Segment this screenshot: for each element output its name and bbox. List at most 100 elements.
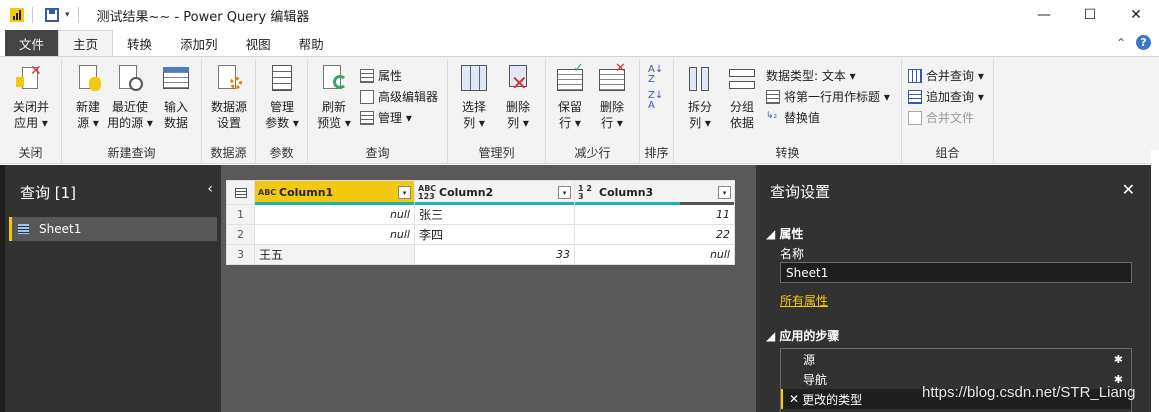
manage-parameters-button[interactable]: 管理 参数 ▾ xyxy=(260,63,304,131)
merge-queries-button[interactable]: 合并查询 ▾ xyxy=(908,67,984,84)
table-grid-icon xyxy=(161,63,191,95)
table-icon xyxy=(18,224,29,234)
queries-pane-title: 查询 [1] xyxy=(20,184,77,202)
collapse-ribbon-icon[interactable]: ⌃ xyxy=(1116,36,1126,50)
group-label-data-source: 数据源 xyxy=(210,146,247,160)
group-by-button[interactable]: 分组 依据 xyxy=(720,63,764,131)
close-apply-button[interactable]: ✕ 关闭并 应用 ▾ xyxy=(9,63,53,131)
step-label: 更改的类型 xyxy=(802,392,863,407)
table-cell[interactable]: 王五 xyxy=(254,244,415,265)
split-column-icon xyxy=(685,63,715,95)
advanced-editor-icon xyxy=(360,89,374,104)
column-filter-dropdown-icon[interactable]: ▾ xyxy=(718,186,731,199)
new-source-button[interactable]: 新建源 ▾ xyxy=(66,63,110,131)
sort-buttons: A↓ Z Z↓ A xyxy=(648,65,663,111)
row-number[interactable]: 3 xyxy=(226,244,255,265)
titlebar-divider xyxy=(32,7,33,23)
advanced-editor-button[interactable]: 高级编辑器 xyxy=(360,88,438,105)
use-first-row-headers-button[interactable]: 将第一行用作标题 ▾ xyxy=(766,88,890,105)
tab-view[interactable]: 视图 xyxy=(232,30,285,56)
query-item-label: Sheet1 xyxy=(39,222,82,236)
table-cell[interactable]: 33 xyxy=(414,244,575,265)
type-text-icon: ABC xyxy=(258,187,277,197)
gear-icon[interactable]: ✱ xyxy=(1114,353,1123,366)
row-number[interactable]: 1 xyxy=(226,204,255,225)
applied-step-source[interactable]: 源 ✱ xyxy=(781,349,1131,369)
tab-transform[interactable]: 转换 xyxy=(113,30,166,56)
step-label: 源 xyxy=(803,352,816,367)
quick-access-dropdown-icon[interactable]: ▾ xyxy=(65,10,70,20)
column-filter-dropdown-icon[interactable]: ▾ xyxy=(398,186,411,199)
column-quality-bar xyxy=(575,202,680,205)
table-cell[interactable]: null xyxy=(254,224,415,245)
group-label-combine: 组合 xyxy=(935,146,960,160)
parameters-icon xyxy=(267,63,297,95)
data-source-settings-icon xyxy=(214,63,244,95)
group-label-reduce-rows: 减少行 xyxy=(574,146,611,160)
choose-columns-button[interactable]: 选择列 ▾ xyxy=(452,63,496,131)
tab-file[interactable]: 文件 xyxy=(5,30,59,56)
tab-add-column[interactable]: 添加列 xyxy=(166,30,232,56)
replace-values-button[interactable]: ↳₂ 替换值 xyxy=(766,109,820,126)
append-queries-icon xyxy=(908,89,922,104)
data-source-settings-button[interactable]: 数据源 设置 xyxy=(207,63,251,131)
split-column-button[interactable]: 拆分列 ▾ xyxy=(678,63,722,131)
properties-button[interactable]: 属性 xyxy=(360,67,402,84)
remove-columns-button[interactable]: ✕ 删除列 ▾ xyxy=(496,63,540,131)
manage-button[interactable]: 管理 ▾ xyxy=(360,109,412,126)
table-cell[interactable]: null xyxy=(254,204,415,225)
manage-table-icon xyxy=(360,110,374,125)
tab-help[interactable]: 帮助 xyxy=(285,30,338,56)
keep-rows-button[interactable]: ✓ 保留行 ▾ xyxy=(548,61,592,131)
recent-sources-button[interactable]: 最近使 用的源 ▾ xyxy=(107,63,153,131)
collapse-queries-icon[interactable]: ‹ xyxy=(207,181,213,197)
column-name: Column1 xyxy=(279,186,334,199)
sort-descending-icon[interactable]: Z↓ A xyxy=(648,91,663,111)
headers-icon xyxy=(766,89,780,104)
remove-rows-button[interactable]: ✕ 删除行 ▾ xyxy=(590,61,634,131)
minimize-button[interactable]: — xyxy=(1021,0,1067,30)
query-item-sheet1[interactable]: Sheet1 xyxy=(9,217,217,241)
data-type-dropdown[interactable]: 数据类型: 文本 ▾ xyxy=(766,67,856,84)
properties-section-header[interactable]: ◢ 属性 xyxy=(766,225,803,242)
sort-ascending-icon[interactable]: A↓ Z xyxy=(648,65,663,85)
column-filter-dropdown-icon[interactable]: ▾ xyxy=(558,186,571,199)
keep-rows-icon: ✓ xyxy=(555,61,585,95)
column-header-2[interactable]: ABC 123 Column2 ▾ xyxy=(414,180,575,205)
close-window-button[interactable]: ✕ xyxy=(1113,0,1159,30)
group-reduce-rows: ✓ 保留行 ▾ ✕ 删除行 ▾ 减少行 xyxy=(546,59,640,163)
refresh-preview-button[interactable]: 刷新 预览 ▾ xyxy=(312,63,356,131)
table-cell[interactable]: 李四 xyxy=(414,224,575,245)
tab-home[interactable]: 主页 xyxy=(58,30,114,56)
all-properties-link[interactable]: 所有属性 xyxy=(780,292,828,309)
choose-columns-icon xyxy=(459,63,489,95)
table-cell[interactable]: 11 xyxy=(574,204,735,225)
help-icon[interactable]: ? xyxy=(1136,35,1151,50)
step-label: 导航 xyxy=(803,372,828,387)
column-quality-bar xyxy=(415,202,574,205)
group-by-icon xyxy=(727,63,757,95)
close-settings-icon[interactable]: ✕ xyxy=(1122,180,1135,199)
group-transform: 拆分列 ▾ 分组 依据 数据类型: 文本 ▾ 将第一行用作标题 ▾ ↳₂ 替换值 … xyxy=(674,59,902,163)
table-cell[interactable]: 22 xyxy=(574,224,735,245)
combine-files-button[interactable]: 合并文件 xyxy=(908,109,974,126)
append-queries-button[interactable]: 追加查询 ▾ xyxy=(908,88,984,105)
column-header-3[interactable]: 1 2 3 Column3 ▾ xyxy=(574,180,735,205)
save-icon[interactable] xyxy=(45,8,59,22)
close-apply-icon: ✕ xyxy=(16,63,46,95)
row-number[interactable]: 2 xyxy=(226,224,255,245)
remove-rows-icon: ✕ xyxy=(597,61,627,95)
query-name-input[interactable]: Sheet1 xyxy=(780,262,1132,283)
table-cell[interactable]: null xyxy=(574,244,735,265)
new-source-icon xyxy=(73,63,103,95)
table-cell[interactable]: 张三 xyxy=(414,204,575,225)
table-menu-button[interactable] xyxy=(226,180,255,205)
enter-data-button[interactable]: 输入 数据 xyxy=(154,63,198,131)
maximize-button[interactable]: ☐ xyxy=(1067,0,1113,30)
group-label-new-query: 新建查询 xyxy=(107,146,156,160)
delete-step-icon[interactable]: ✕ xyxy=(789,392,799,406)
column-header-1[interactable]: ABC Column1 ▾ xyxy=(254,180,415,205)
window-controls: — ☐ ✕ xyxy=(1021,0,1159,30)
applied-steps-section-header[interactable]: ◢ 应用的步骤 xyxy=(766,327,839,344)
group-parameters: 管理 参数 ▾ 参数 xyxy=(256,59,308,163)
